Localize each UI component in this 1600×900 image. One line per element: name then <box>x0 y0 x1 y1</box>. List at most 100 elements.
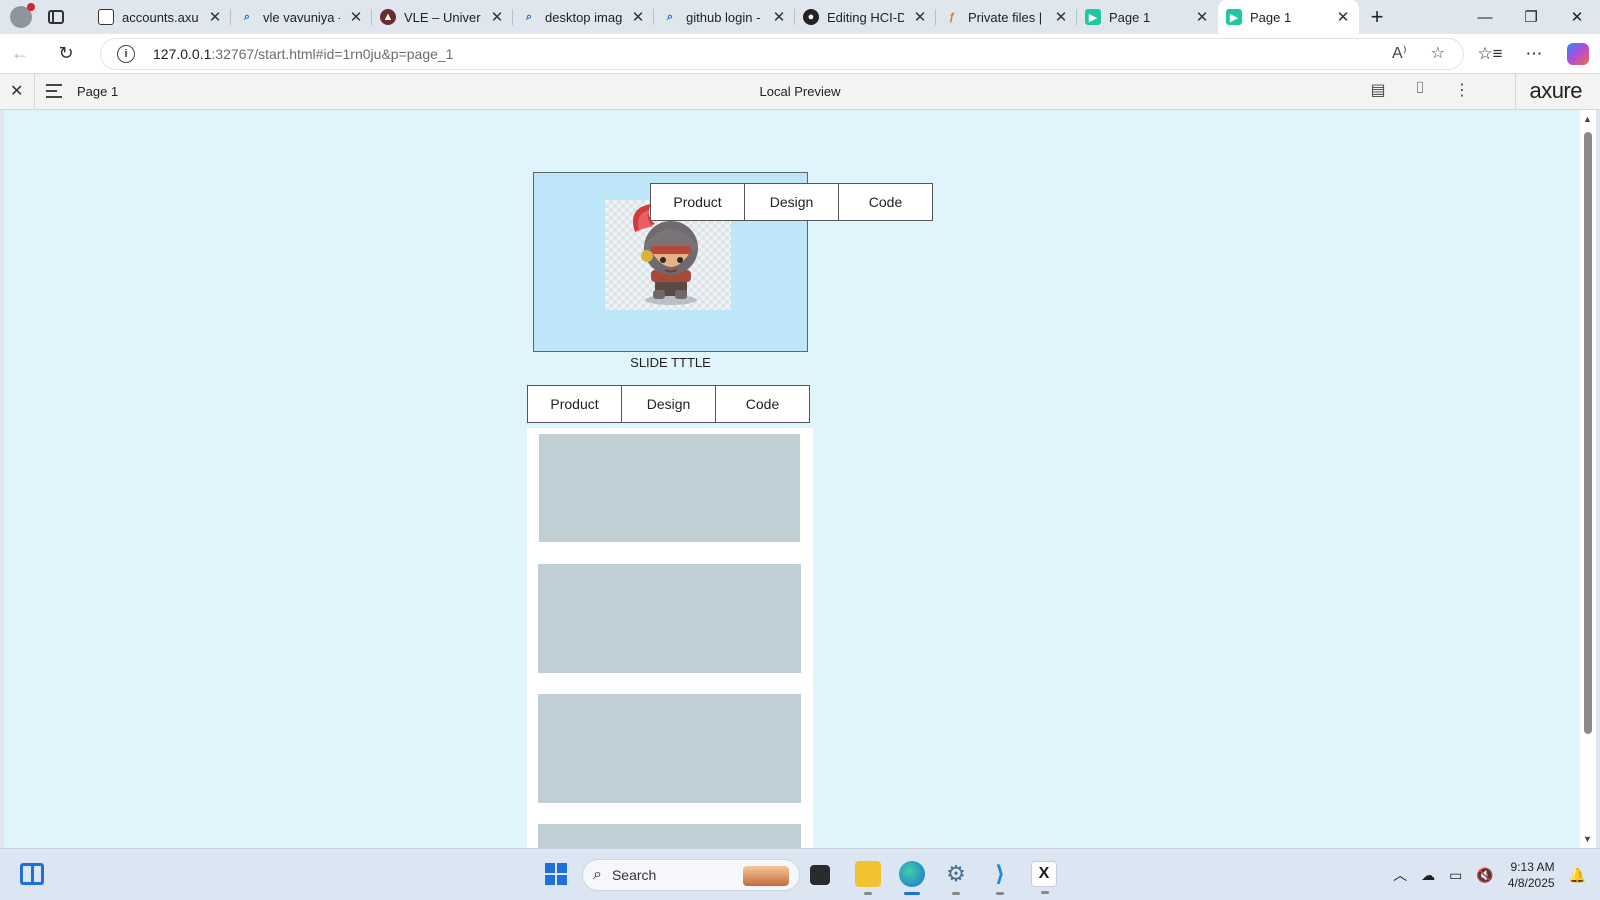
taskbar-search[interactable]: ⌕ Search <box>582 859 800 891</box>
tab-design-button[interactable]: Design <box>621 385 716 423</box>
browser-tab[interactable]: ⌕ github login - S ✕ <box>654 0 795 34</box>
top-nav-group: Product Design Code <box>650 183 933 221</box>
prototype-canvas: Product Design Code SLIDE TTTLE Product … <box>4 110 1580 848</box>
fa-icon: ƒ <box>948 11 956 23</box>
axure-icon: ▶ <box>1226 9 1242 25</box>
tab-title: accounts.axure. <box>122 9 199 25</box>
address-bar-row: ← ↻ i 127.0.0.1:32767/start.html#id=1rn0… <box>0 34 1600 73</box>
search-icon: ⌕ <box>243 10 251 23</box>
close-tab-icon[interactable]: ✕ <box>1194 8 1210 26</box>
axure-toolbar-icons: ▤ ⌷ ⋮ <box>1368 80 1472 100</box>
cloud-offline-icon[interactable]: ☁ <box>1421 867 1435 884</box>
scroll-up-icon[interactable]: ▲ <box>1583 114 1592 124</box>
nav-product-button[interactable]: Product <box>650 183 745 221</box>
clock-date: 4/8/2025 <box>1507 876 1555 890</box>
favorites-icon[interactable]: ☆≡ <box>1468 44 1512 64</box>
close-tab-icon[interactable]: ✕ <box>630 8 646 26</box>
tab-title: Editing HCI-Day <box>827 9 904 25</box>
read-aloud-icon[interactable]: A⁾ <box>1392 43 1407 63</box>
nav-code-button[interactable]: Code <box>838 183 933 221</box>
notes-icon[interactable]: ▤ <box>1368 80 1388 100</box>
favorite-star-icon[interactable]: ☆ <box>1431 43 1445 63</box>
github-icon: ● <box>803 9 819 25</box>
tab-title: Private files | FA <box>968 9 1045 25</box>
copilot-icon[interactable] <box>1567 42 1589 65</box>
axure-app-icon[interactable]: X <box>1031 861 1057 894</box>
browser-tab[interactable]: ⌕ desktop images ✕ <box>513 0 654 34</box>
nav-design-button[interactable]: Design <box>744 183 839 221</box>
refresh-button[interactable]: ↻ <box>46 34 86 73</box>
bottom-nav-group: Product Design Code <box>527 385 810 423</box>
close-tab-icon[interactable]: ✕ <box>1053 8 1069 26</box>
browser-tab[interactable]: ▶ Page 1 ✕ <box>1077 0 1218 34</box>
chevron-up-icon[interactable]: ︿ <box>1393 865 1407 885</box>
search-highlight-image <box>743 866 789 886</box>
volume-muted-icon[interactable]: 🔇 <box>1476 867 1493 884</box>
network-icon[interactable]: ▭ <box>1449 867 1462 884</box>
doc-icon <box>98 9 114 25</box>
file-explorer-icon[interactable] <box>855 861 881 895</box>
tab-code-button[interactable]: Code <box>715 385 810 423</box>
new-tab-button[interactable]: + <box>1359 4 1395 30</box>
close-window-icon[interactable]: ✕ <box>1554 0 1600 34</box>
preview-mode-label: Local Preview <box>759 84 841 99</box>
start-button[interactable] <box>545 863 567 885</box>
profile-avatar[interactable] <box>10 3 35 28</box>
widgets-icon[interactable] <box>20 863 44 885</box>
clock[interactable]: 9:13 AM 4/8/2025 <box>1508 859 1555 891</box>
scrollbar-thumb[interactable] <box>1584 132 1592 734</box>
close-tab-icon[interactable]: ✕ <box>489 8 505 26</box>
tab-product-button[interactable]: Product <box>527 385 622 423</box>
settings-icon[interactable]: ⚙ <box>943 861 969 895</box>
scroll-down-icon[interactable]: ▼ <box>1583 834 1592 844</box>
axure-logo: axure <box>1529 78 1582 103</box>
edge-browser-icon[interactable] <box>899 861 925 895</box>
close-tab-icon[interactable]: ✕ <box>207 8 223 26</box>
close-tab-icon[interactable]: ✕ <box>348 8 364 26</box>
clock-time: 9:13 AM <box>1510 860 1555 874</box>
browser-tab[interactable]: ● Editing HCI-Day ✕ <box>795 0 936 34</box>
browser-toolbar-right: ☆≡ ⋯ <box>1468 34 1600 73</box>
vertical-scrollbar[interactable]: ▲ ▼ <box>1580 110 1596 848</box>
tab-title: Page 1 <box>1250 9 1292 25</box>
minimize-icon[interactable]: — <box>1462 0 1508 34</box>
placeholder-card <box>538 824 801 848</box>
restore-icon[interactable]: ❐ <box>1508 0 1554 34</box>
axure-toolbar: ✕ Page 1 Local Preview ▤ ⌷ ⋮ axure <box>0 73 1600 111</box>
more-vert-icon[interactable]: ⋮ <box>1452 80 1472 100</box>
slide-title: SLIDE TTTLE <box>630 355 711 370</box>
axure-icon: ▶ <box>1085 9 1101 25</box>
placeholder-card <box>538 694 801 803</box>
omnibox-actions: A⁾ ☆ <box>1392 43 1445 63</box>
close-tab-icon[interactable]: ✕ <box>1335 8 1351 26</box>
task-view-icon[interactable] <box>810 865 830 885</box>
address-bar[interactable]: i 127.0.0.1:32767/start.html#id=1rn0ju&p… <box>100 38 1464 70</box>
tab-title: vle vavuniya - S <box>263 9 340 25</box>
vscode-icon[interactable]: ⟩ <box>987 861 1013 895</box>
placeholder-card <box>538 564 801 673</box>
search-icon: ⌕ <box>593 866 602 883</box>
close-tab-icon[interactable]: ✕ <box>771 8 787 26</box>
windows-taskbar: ⌕ Search ⚙ ⟩ X ︿ ☁ ▭ 🔇 9:13 AM 4/8/2025 … <box>0 848 1600 900</box>
browser-tab-strip: accounts.axure. ✕ ⌕ vle vavuniya - S ✕ ▲… <box>0 0 1600 34</box>
search-icon: ⌕ <box>525 10 533 23</box>
browser-tab[interactable]: ƒ Private files | FA ✕ <box>936 0 1077 34</box>
inspect-icon[interactable]: ⌷ <box>1410 80 1430 100</box>
tab-title: github login - S <box>686 9 763 25</box>
notifications-icon[interactable]: 🔔 <box>1569 867 1586 884</box>
university-icon: ▲ <box>380 9 396 25</box>
tab-title: Page 1 <box>1109 9 1151 25</box>
site-info-icon[interactable]: i <box>117 45 135 63</box>
close-tab-icon[interactable]: ✕ <box>912 8 928 26</box>
browser-tab[interactable]: ⌕ vle vavuniya - S ✕ <box>231 0 372 34</box>
search-icon: ⌕ <box>666 10 674 23</box>
browser-tab-active[interactable]: ▶ Page 1 ✕ <box>1218 0 1359 34</box>
back-button[interactable]: ← <box>0 34 40 73</box>
tab-strip-left <box>0 0 90 34</box>
browser-tab[interactable]: ▲ VLE – University ✕ <box>372 0 513 34</box>
tab-actions-icon[interactable] <box>48 10 64 24</box>
window-controls: — ❐ ✕ <box>1462 0 1600 34</box>
browser-tab[interactable]: accounts.axure. ✕ <box>90 0 231 34</box>
more-options-icon[interactable]: ⋯ <box>1512 44 1556 64</box>
url-text[interactable]: 127.0.0.1:32767/start.html#id=1rn0ju&p=p… <box>153 46 453 62</box>
